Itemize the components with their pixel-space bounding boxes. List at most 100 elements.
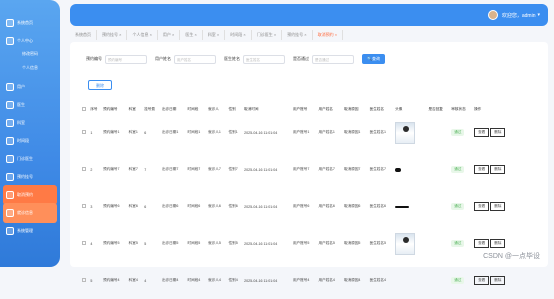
view-button[interactable]: 查看 xyxy=(474,128,490,137)
view-button[interactable]: 查看 xyxy=(474,276,490,285)
tab[interactable]: 预约挂号 × xyxy=(282,30,313,40)
delete-row-button[interactable]: 删除 xyxy=(490,239,506,248)
select-all-checkbox[interactable] xyxy=(82,106,86,111)
menu-icon xyxy=(6,101,14,109)
cell-patient: 就诊人1 xyxy=(208,130,221,134)
doctor-photo xyxy=(395,121,416,144)
sidebar-item[interactable]: 就诊信息 xyxy=(3,203,57,223)
tab[interactable]: 科室 × xyxy=(203,30,226,40)
tab[interactable]: 系统首页 xyxy=(70,30,97,40)
code-input[interactable]: 预约编号 xyxy=(105,54,147,64)
sidebar-item[interactable]: 个人信息 xyxy=(3,63,57,73)
sidebar-item-label: 时间段 xyxy=(17,138,29,143)
cell-no: 2 xyxy=(90,167,93,172)
user-input[interactable]: 用户姓名 xyxy=(174,54,216,64)
tab[interactable]: 取消预约 × xyxy=(313,30,344,40)
cell-time: 2025-04-16 11:01:04 xyxy=(244,167,278,172)
sidebar-item[interactable]: 修改密码 xyxy=(3,49,57,59)
search-button[interactable]: 🔍查询 xyxy=(362,54,385,64)
sidebar-item[interactable]: 医生 xyxy=(3,95,57,115)
row-checkbox[interactable] xyxy=(82,167,86,171)
cell-no: 5 xyxy=(90,278,93,283)
approved-input[interactable]: 是否通过 xyxy=(312,54,354,64)
cell-status: 通过 xyxy=(449,225,472,262)
row-checkbox-cell xyxy=(80,225,88,262)
sidebar-item-label: 医生 xyxy=(17,102,25,107)
search-label-user: 用户姓名 xyxy=(155,56,171,61)
row-checkbox[interactable] xyxy=(82,278,86,282)
sidebar-item[interactable]: 科室 xyxy=(3,113,57,133)
avatar xyxy=(487,10,498,20)
sidebar-item-label: 就诊信息 xyxy=(17,210,33,215)
sidebar-item[interactable]: 用户 xyxy=(3,77,57,97)
row-checkbox-cell xyxy=(80,188,88,225)
cell-status: 通过 xyxy=(449,114,472,151)
row-checkbox-cell xyxy=(80,151,88,188)
user-menu[interactable]: 欢迎您，admin ▾ xyxy=(487,10,540,20)
menu-icon xyxy=(6,83,14,91)
cell-dept: 科室5 xyxy=(128,241,138,245)
column-header: 预约编号 xyxy=(103,106,118,111)
sidebar-item-label: 门诊医生 xyxy=(17,156,33,161)
cell-reply xyxy=(427,151,450,188)
cell-patient: 就诊人4 xyxy=(208,278,221,282)
sidebar-item[interactable]: 预约挂号 xyxy=(3,167,57,187)
cell-reply xyxy=(427,188,450,225)
row-checkbox[interactable] xyxy=(82,204,86,208)
delete-button[interactable]: 删除 xyxy=(88,80,112,90)
cell-reply xyxy=(427,225,450,262)
status-badge: 通过 xyxy=(451,129,465,136)
cell-no: 3 xyxy=(90,204,93,209)
cell-dept: 科室1 xyxy=(128,130,138,134)
cell-avatar xyxy=(393,188,424,225)
view-button[interactable]: 查看 xyxy=(474,165,490,174)
cell-code: 预约编号6 xyxy=(103,204,120,208)
delete-row-button[interactable]: 删除 xyxy=(490,128,506,137)
cell-doctor: 医生姓名6 xyxy=(369,204,386,208)
tab[interactable]: 用户 × xyxy=(158,30,181,40)
cell-status: 通过 xyxy=(449,262,472,299)
sidebar-item[interactable]: 系统管理 xyxy=(3,221,57,241)
sidebar-item-label: 系统管理 xyxy=(17,228,33,233)
tab[interactable]: 时间段 × xyxy=(225,30,252,40)
view-button[interactable]: 查看 xyxy=(474,202,490,211)
tab[interactable]: 预约挂号 × xyxy=(97,30,128,40)
cell-reason: 取消原因6 xyxy=(344,204,361,208)
view-button[interactable]: 查看 xyxy=(474,239,490,248)
tab[interactable]: 医生 × xyxy=(180,30,203,40)
watermark: CSDN @一点毕设 xyxy=(483,253,540,260)
tab[interactable]: 个人信息 × xyxy=(127,30,158,40)
menu-icon xyxy=(6,191,14,199)
cell-slot: 时间段7 xyxy=(187,167,201,171)
column-header: 医生姓名 xyxy=(369,106,384,111)
status-badge: 通过 xyxy=(451,166,465,173)
chevron-down-icon[interactable]: ▾ xyxy=(537,12,540,18)
cell-reason: 取消原因1 xyxy=(344,130,361,134)
doctor-input[interactable]: 医生姓名 xyxy=(243,54,285,64)
sidebar-item[interactable]: 门诊医生 xyxy=(3,149,57,169)
sidebar-item[interactable]: 取消预约 xyxy=(3,185,57,205)
cell-no: 1 xyxy=(90,130,93,135)
sidebar-item[interactable]: 系统首页 xyxy=(3,13,57,33)
delete-row-button[interactable]: 删除 xyxy=(490,165,506,174)
cell-patient: 就诊人5 xyxy=(208,241,221,245)
cell-doctor: 医生姓名1 xyxy=(369,130,386,134)
cell-uname: 用户姓名4 xyxy=(318,278,335,282)
tab[interactable]: 门诊医生 × xyxy=(252,30,283,40)
delete-row-button[interactable]: 删除 xyxy=(490,202,506,211)
cell-account: 用户账号7 xyxy=(292,167,310,171)
cell-avatar xyxy=(393,225,424,262)
cell-fee: 4 xyxy=(144,278,147,283)
delete-row-button[interactable]: 删除 xyxy=(490,276,506,285)
sidebar-item[interactable]: 时间段 xyxy=(3,131,57,151)
row-checkbox[interactable] xyxy=(82,241,86,245)
row-checkbox[interactable] xyxy=(82,130,86,134)
cell-status: 通过 xyxy=(449,188,472,225)
menu-icon xyxy=(6,209,14,217)
cell-code: 预约编号4 xyxy=(103,278,120,282)
status-badge: 通过 xyxy=(451,277,465,284)
cell-avatar xyxy=(393,151,424,188)
cell-sex: 性别1 xyxy=(228,130,238,134)
sidebar-item[interactable]: 个人中心 xyxy=(3,31,57,51)
search-label-approved: 是否通过 xyxy=(293,56,309,61)
